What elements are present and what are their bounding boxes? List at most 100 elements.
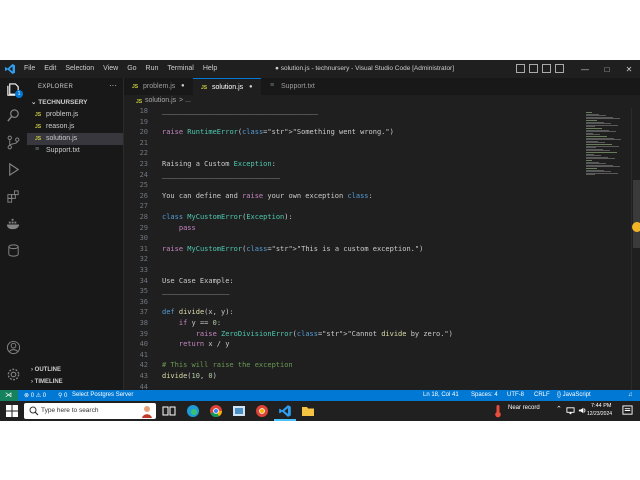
menu-edit[interactable]: Edit <box>44 65 56 72</box>
code-line[interactable]: 25 <box>124 181 584 192</box>
toggle-sidebar-icon[interactable] <box>516 64 525 73</box>
code-line[interactable]: 19 <box>124 118 584 129</box>
code-line[interactable]: 33 <box>124 266 584 277</box>
tab-support[interactable]: ≡ Support.txt <box>262 78 326 95</box>
menu-terminal[interactable]: Terminal <box>167 65 193 72</box>
edge-browser-icon[interactable] <box>186 404 200 418</box>
file-item-support[interactable]: ≡ Support.txt <box>27 145 123 157</box>
code-line[interactable]: 22 <box>124 149 584 160</box>
toggle-secondary-sidebar-icon[interactable] <box>542 64 551 73</box>
postgres-server-selector[interactable]: Select Postgres Server <box>72 392 133 398</box>
code-line[interactable]: 18 _____________________________________ <box>124 108 584 118</box>
line-text: Raising a Custom Exception: <box>162 160 276 168</box>
maximize-button[interactable]: □ <box>596 65 618 74</box>
breadcrumb-file[interactable]: solution.js <box>145 97 176 104</box>
network-icon[interactable] <box>566 406 575 415</box>
remote-indicator[interactable]: ⋊ <box>0 390 18 401</box>
encoding[interactable]: UTF-8 <box>507 392 524 398</box>
chrome-icon[interactable] <box>209 404 223 418</box>
docker-icon[interactable] <box>6 216 21 231</box>
code-line[interactable]: 27 <box>124 202 584 213</box>
close-button[interactable]: ✕ <box>618 65 640 74</box>
code-line[interactable]: 20 raise RuntimeError(class="str">"Someth… <box>124 128 584 139</box>
timeline-section[interactable]: › TIMELINE <box>31 379 63 385</box>
workspace-folder[interactable]: ⌄ TECHNURSERY <box>31 98 88 106</box>
code-line[interactable]: 28 class MyCustomError(Exception): <box>124 213 584 224</box>
code-line[interactable]: 23 Raising a Custom Exception: <box>124 160 584 171</box>
code-line[interactable]: 31 raise MyCustomError(class="str">"This … <box>124 245 584 256</box>
code-line[interactable]: 36 <box>124 298 584 309</box>
menu-file[interactable]: File <box>24 65 35 72</box>
minimize-button[interactable]: — <box>574 65 596 74</box>
code-line[interactable]: 39 raise ZeroDivisionError(class="str">"… <box>124 330 584 341</box>
file-item-problem[interactable]: JS problem.js <box>27 109 123 121</box>
account-icon[interactable] <box>6 340 21 355</box>
unsaved-dot-icon[interactable]: ● <box>181 83 185 89</box>
cursor-position[interactable]: Ln 18, Col 41 <box>423 392 459 398</box>
tray-overflow-icon[interactable]: ⌃ <box>556 405 562 413</box>
tab-problem[interactable]: JS problem.js ● <box>124 78 192 95</box>
volume-icon[interactable] <box>578 406 587 415</box>
code-line[interactable]: 44 <box>124 383 584 390</box>
indentation[interactable]: Spaces: 4 <box>471 392 498 398</box>
task-view-icon[interactable] <box>162 404 176 418</box>
menu-view[interactable]: View <box>103 65 118 72</box>
code-line[interactable]: 43 divide(10, 0) <box>124 372 584 383</box>
code-line[interactable]: 40 return x / y <box>124 340 584 351</box>
run-debug-icon[interactable] <box>6 162 21 177</box>
tab-solution[interactable]: JS solution.js ● <box>193 78 261 95</box>
customize-layout-icon[interactable] <box>555 64 564 73</box>
toggle-panel-icon[interactable] <box>529 64 538 73</box>
code-line[interactable]: 41 <box>124 351 584 362</box>
explorer-more-button[interactable]: ··· <box>109 81 117 90</box>
menu-run[interactable]: Run <box>146 65 159 72</box>
minimap[interactable] <box>582 108 628 390</box>
vscode-taskbar-icon[interactable] <box>278 404 292 418</box>
language-mode[interactable]: {} JavaScript <box>557 392 591 398</box>
notifications-bell-icon[interactable]: ♫ <box>628 392 633 398</box>
clock-date[interactable]: 12/23/2024 <box>587 411 612 417</box>
editor-scrollbar[interactable] <box>631 108 640 390</box>
line-number: 43 <box>139 372 148 380</box>
code-line[interactable]: 42 # This will raise the exception <box>124 361 584 372</box>
file-item-solution[interactable]: JS solution.js <box>27 133 123 145</box>
chrome-profile-icon[interactable] <box>255 404 269 418</box>
photos-app-icon[interactable] <box>232 404 246 418</box>
weather-icon[interactable] <box>491 404 505 418</box>
weather-text[interactable]: Near record <box>508 405 540 411</box>
code-line[interactable]: 21 <box>124 139 584 150</box>
code-line[interactable]: 35 ________________ <box>124 287 584 298</box>
windows-start-icon[interactable] <box>6 405 18 417</box>
code-line[interactable]: 38 if y == 0: <box>124 319 584 330</box>
code-line[interactable]: 32 <box>124 255 584 266</box>
breadcrumb-separator[interactable]: > ... <box>179 97 191 104</box>
code-editor[interactable]: 18 _____________________________________ 1… <box>124 108 631 390</box>
problems-indicator[interactable]: ⊗ 0 ⚠ 0 <box>24 392 46 399</box>
menu-go[interactable]: Go <box>127 65 136 72</box>
line-text: # This will raise the exception <box>162 361 293 370</box>
notification-center-icon[interactable] <box>622 405 633 416</box>
menu-selection[interactable]: Selection <box>65 65 94 72</box>
clock-time[interactable]: 7:44 PM <box>591 403 611 409</box>
file-item-reason[interactable]: JS reason.js <box>27 121 123 133</box>
code-line[interactable]: 37 def divide(x, y): <box>124 308 584 319</box>
taskbar-search[interactable]: Type here to search <box>24 403 156 419</box>
outline-section[interactable]: › OUTLINE <box>31 367 61 373</box>
menu-help[interactable]: Help <box>203 65 217 72</box>
unsaved-dot-icon[interactable]: ● <box>249 84 253 90</box>
code-line[interactable]: 29 pass <box>124 224 584 235</box>
js-file-icon: JS <box>35 112 42 118</box>
code-line[interactable]: 26 You can define and raise your own exce… <box>124 192 584 203</box>
scrollbar-thumb[interactable] <box>633 180 640 248</box>
extensions-icon[interactable] <box>6 189 21 204</box>
settings-icon[interactable] <box>6 367 21 382</box>
database-icon[interactable] <box>6 243 21 258</box>
code-line[interactable]: 24 ____________________________ <box>124 171 584 182</box>
source-control-icon[interactable] <box>6 135 21 150</box>
code-line[interactable]: 34 Use Case Example: <box>124 277 584 288</box>
ports-indicator[interactable]: ⚲ 0 <box>58 392 67 399</box>
search-icon[interactable] <box>6 108 21 123</box>
code-line[interactable]: 30 <box>124 234 584 245</box>
end-of-line[interactable]: CRLF <box>534 392 550 398</box>
file-explorer-icon[interactable] <box>301 404 315 418</box>
